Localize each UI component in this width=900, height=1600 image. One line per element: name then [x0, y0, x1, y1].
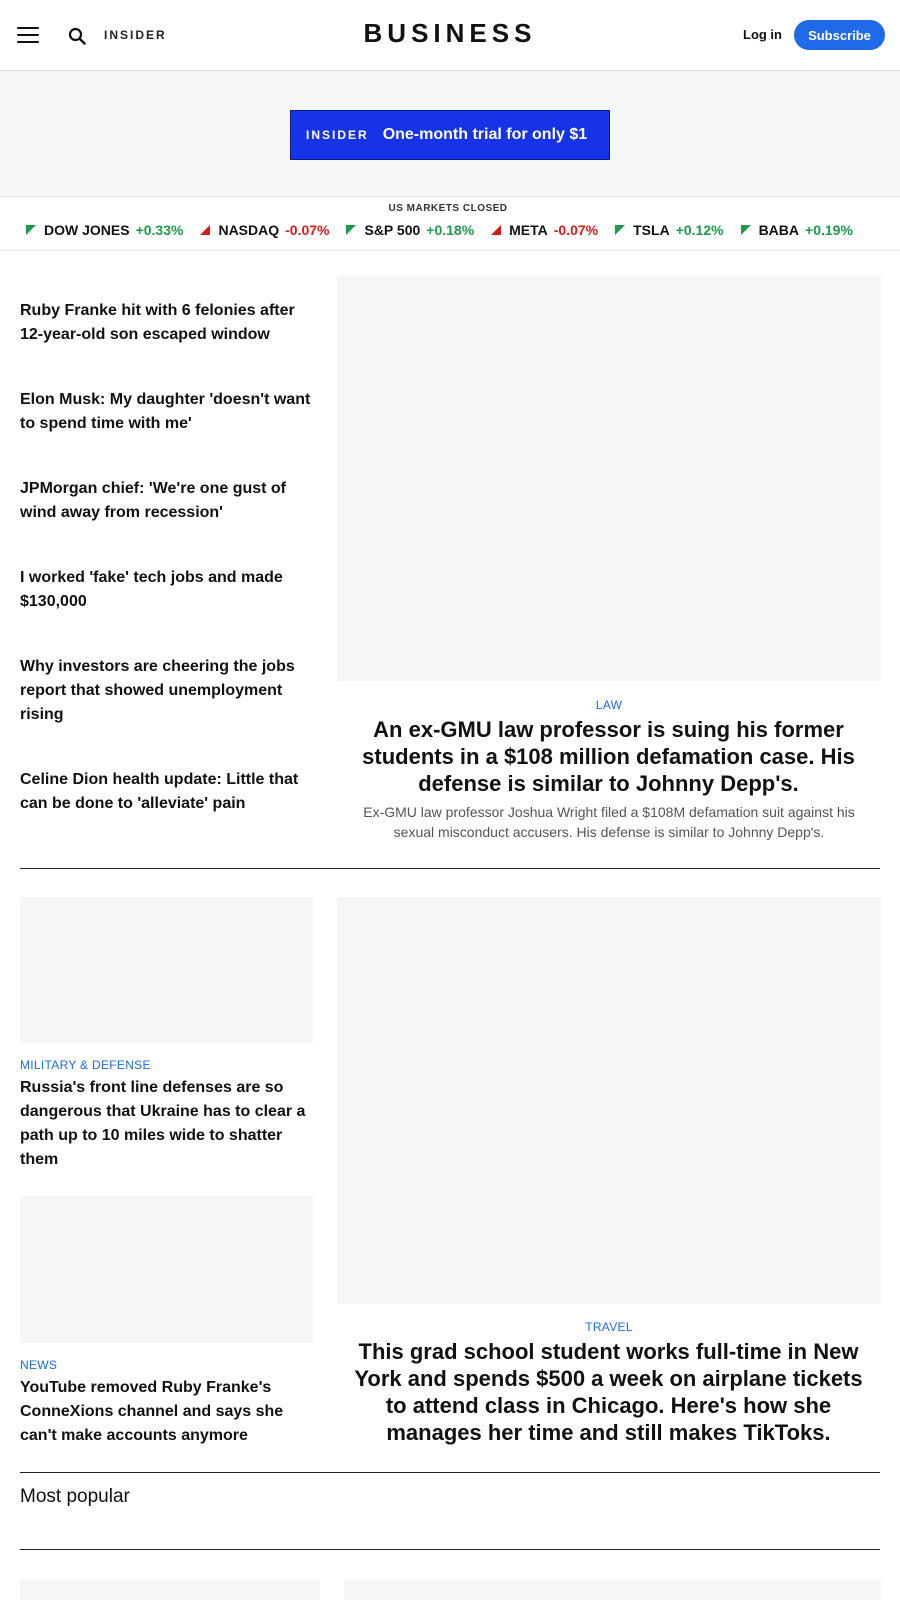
- most-popular-heading: Most popular: [20, 1486, 130, 1507]
- card-image[interactable]: [344, 1579, 881, 1600]
- feature-title[interactable]: This grad school student works full-time…: [345, 1338, 872, 1446]
- card-category[interactable]: MILITARY & DEFENSE: [20, 1058, 315, 1072]
- up-arrow-icon: [200, 225, 211, 235]
- promo-banner[interactable]: INSIDER One-month trial for only $1: [290, 110, 610, 160]
- ticker-symbol: S&P 500: [364, 222, 421, 238]
- ticker-change: +0.33%: [135, 222, 184, 238]
- ticker-symbol: TSLA: [633, 222, 670, 238]
- promo-text: One-month trial for only $1: [382, 126, 588, 143]
- site-header: INSIDER BUSINESS Log in Subscribe: [0, 0, 900, 71]
- card-image[interactable]: [20, 1196, 313, 1343]
- ticker-change: +0.12%: [675, 222, 724, 238]
- ticker-dow-jones[interactable]: DOW JONES +0.33%: [26, 222, 183, 238]
- down-arrow-icon: [346, 225, 357, 235]
- ticker-tsla[interactable]: TSLA +0.12%: [615, 222, 724, 238]
- card-image[interactable]: [20, 1579, 320, 1600]
- search-icon[interactable]: [68, 27, 86, 45]
- feature-title[interactable]: An ex-GMU law professor is suing his for…: [345, 716, 872, 797]
- headline-link[interactable]: Celine Dion health update: Little that c…: [20, 768, 315, 816]
- insider-link[interactable]: INSIDER: [104, 28, 167, 42]
- headline-link[interactable]: Ruby Franke hit with 6 felonies after 12…: [20, 299, 315, 347]
- ticker-symbol: NASDAQ: [218, 222, 280, 238]
- ticker-change: -0.07%: [553, 222, 599, 238]
- feature-category[interactable]: LAW: [337, 698, 881, 712]
- down-arrow-icon: [615, 225, 626, 235]
- ad-banner-area: INSIDER One-month trial for only $1: [0, 71, 900, 197]
- feature-description: Ex-GMU law professor Joshua Wright filed…: [363, 804, 855, 840]
- ticker-nasdaq[interactable]: NASDAQ -0.07%: [200, 222, 329, 238]
- card-title[interactable]: Russia's front line defenses are so dang…: [20, 1076, 315, 1172]
- down-arrow-icon: [740, 225, 751, 235]
- down-arrow-icon: [26, 225, 36, 235]
- section-divider: [20, 1549, 880, 1550]
- up-arrow-icon: [491, 225, 502, 235]
- feature-category[interactable]: TRAVEL: [337, 1320, 881, 1334]
- login-link[interactable]: Log in: [743, 27, 782, 42]
- ticker-change: -0.07%: [285, 222, 330, 238]
- section-divider: [20, 1472, 880, 1473]
- card-title[interactable]: YouTube removed Ruby Franke's ConneXions…: [20, 1376, 315, 1448]
- subscribe-button[interactable]: Subscribe: [794, 20, 885, 50]
- ticker-symbol: META: [509, 222, 548, 238]
- feature-image[interactable]: [337, 275, 881, 681]
- markets-status: US MARKETS CLOSED: [388, 203, 508, 214]
- promo-brand: INSIDER: [306, 128, 369, 142]
- ticker-change: +0.18%: [426, 222, 475, 238]
- section-divider: [20, 868, 880, 869]
- ticker-symbol: DOW JONES: [44, 222, 130, 238]
- headline-link[interactable]: JPMorgan chief: 'We're one gust of wind …: [20, 477, 315, 525]
- headline-link[interactable]: Elon Musk: My daughter 'doesn't want to …: [20, 388, 315, 436]
- menu-icon[interactable]: [17, 27, 39, 43]
- headline-link[interactable]: Why investors are cheering the jobs repo…: [20, 655, 315, 727]
- ticker-symbol: BABA: [758, 222, 800, 238]
- brand-logo-text[interactable]: BUSINESS: [364, 18, 537, 48]
- headline-list: Ruby Franke hit with 6 felonies after 12…: [20, 299, 315, 857]
- ticker-row: DOW JONES +0.33% NASDAQ -0.07% S&P 500 +…: [26, 222, 870, 238]
- markets-ticker: US MARKETS CLOSED DOW JONES +0.33% NASDA…: [0, 197, 900, 251]
- card-category[interactable]: NEWS: [20, 1358, 315, 1372]
- feature-image[interactable]: [337, 897, 881, 1304]
- ticker-change: +0.19%: [805, 222, 853, 238]
- ticker-sp500[interactable]: S&P 500 +0.18%: [346, 222, 474, 238]
- headline-link[interactable]: I worked 'fake' tech jobs and made $130,…: [20, 566, 315, 614]
- card-image[interactable]: [20, 897, 313, 1043]
- ticker-meta[interactable]: META -0.07%: [491, 222, 598, 238]
- ticker-baba[interactable]: BABA +0.19%: [740, 222, 853, 238]
